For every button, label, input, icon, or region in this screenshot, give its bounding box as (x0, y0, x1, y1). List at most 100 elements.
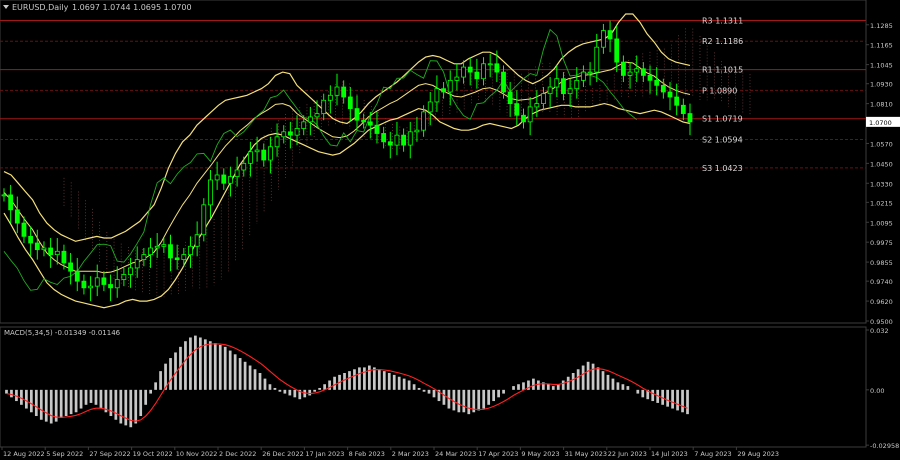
candle-body (128, 267, 133, 275)
time-tick-label: 9 May 2023 (521, 450, 559, 458)
chart-menu-arrow-icon[interactable] (3, 5, 9, 9)
candle-body (427, 101, 433, 113)
candle-body (407, 131, 413, 146)
candle-body (534, 103, 540, 108)
candle-body (547, 86, 553, 95)
candle-body (374, 124, 380, 134)
candle-body (487, 63, 493, 66)
chart-canvas[interactable]: R3 1.1311 R2 1.1186 R1 1.1015 P 1.0890 S1 1.… (0, 0, 900, 460)
candle-body (587, 71, 593, 74)
candle-body (274, 136, 280, 148)
price-tick-label: 0.9500 (870, 318, 893, 326)
macd-panel-frame (0, 326, 867, 448)
candle-body (614, 38, 620, 63)
pivot-lines: R3 1.1311 R2 1.1186 R1 1.1015 P 1.0890 S1 1.… (0, 16, 866, 173)
time-tick-label: 17 Jan 2023 (305, 450, 344, 458)
candle-body (68, 262, 74, 272)
upper-band-line (3, 13, 691, 242)
candle-body (134, 259, 140, 269)
ohlc-label: 1.0697 1.0744 1.0695 1.0700 (72, 3, 192, 12)
candle-body (680, 104, 686, 114)
candle-body (14, 209, 20, 224)
candle-body (54, 250, 60, 256)
price-tick-label: 1.0095 (870, 219, 893, 227)
candle-body (194, 234, 200, 247)
candle-body (94, 277, 100, 287)
macd-tick-label: 0.00 (870, 387, 884, 395)
time-axis: 12 Aug 2022 5 Sep 2022 27 Sep 2022 19 Oct 2… (1, 447, 779, 458)
pivot-label-p: P 1.0890 (702, 86, 737, 95)
time-tick-label: 2 Mar 2023 (392, 450, 429, 458)
candle-body (327, 94, 333, 101)
candle-body (441, 88, 446, 93)
time-tick-label: 24 Mar 2023 (435, 450, 476, 458)
price-tick-label: 1.1045 (870, 62, 893, 70)
candle-body (287, 131, 293, 136)
candle-body (174, 257, 180, 261)
candle-body (594, 46, 600, 73)
time-tick-label: 14 Jul 2023 (651, 450, 688, 458)
candle-body (354, 108, 360, 121)
candle-body (454, 76, 460, 81)
candle-body (361, 119, 367, 123)
candle-body (341, 86, 347, 98)
time-tick-label: 31 May 2023 (565, 450, 607, 458)
candle-body (581, 71, 586, 81)
candle-body (208, 179, 213, 206)
price-tick-label: 0.9855 (870, 259, 893, 267)
macd-histogram (5, 335, 689, 428)
candle-body (161, 244, 167, 247)
candle-body (414, 129, 420, 133)
candle-body (148, 247, 153, 256)
candle-body (394, 134, 400, 146)
pivot-label-r3: R3 1.1311 (702, 16, 743, 25)
symbol-label: EURUSD,Daily (12, 3, 69, 12)
time-tick-label: 8 Feb 2023 (349, 450, 385, 458)
candle-body (620, 61, 626, 76)
candle-body (261, 149, 267, 161)
candle-body (654, 79, 660, 86)
time-tick-label: 17 Apr 2023 (478, 450, 518, 458)
ichimoku-cloud (63, 28, 751, 298)
candle-body (101, 277, 107, 285)
pivot-label-s3: S3 1.0423 (702, 164, 743, 173)
macd-tick-label: -0.02958 (870, 442, 899, 450)
macd-axis: 0.032 0.00 -0.02958 (866, 327, 899, 450)
candle-body (314, 113, 320, 118)
price-tick-label: 0.9975 (870, 239, 893, 247)
time-tick-label: 26 Dec 2022 (262, 450, 304, 458)
macd-label: MACD(5,34,5) -0.01349 -0.01146 (4, 329, 121, 337)
candle-body (434, 88, 440, 103)
price-tick-label: 1.1285 (870, 22, 893, 30)
mt4-chart-window[interactable]: R3 1.1311 R2 1.1186 R1 1.1015 P 1.0890 S1 1.… (0, 0, 900, 460)
price-tick-label: 1.1165 (870, 42, 893, 50)
candle-body (281, 131, 287, 138)
candle-body (514, 103, 520, 116)
candle-body (574, 79, 580, 90)
candle-body (114, 279, 120, 289)
candle-body (307, 116, 313, 123)
candle-body (74, 270, 80, 282)
time-tick-label: 12 Aug 2022 (3, 450, 45, 458)
candle-body (687, 113, 693, 123)
last-price-label: 1.0700 (869, 119, 892, 127)
candle-body (554, 78, 560, 88)
candle-body (301, 121, 307, 129)
candle-body (201, 204, 207, 236)
candle-body (294, 128, 300, 136)
candle-body (228, 176, 233, 184)
candle-body (567, 88, 573, 95)
price-axis: 1.12851.11651.10451.09301.08101.06901.05… (866, 22, 900, 326)
candle-body (248, 151, 253, 164)
candle-body (481, 63, 486, 80)
candle-body (607, 30, 613, 40)
price-tick-label: 1.0330 (870, 180, 893, 188)
price-tick-label: 1.0450 (870, 160, 893, 168)
candle-body (214, 174, 220, 181)
candle-body (334, 86, 340, 96)
candle-body (254, 149, 260, 153)
time-tick-label: 2 Dec 2022 (219, 450, 256, 458)
candle-body (241, 162, 247, 171)
candle-body (647, 75, 653, 81)
candles (1, 20, 693, 302)
